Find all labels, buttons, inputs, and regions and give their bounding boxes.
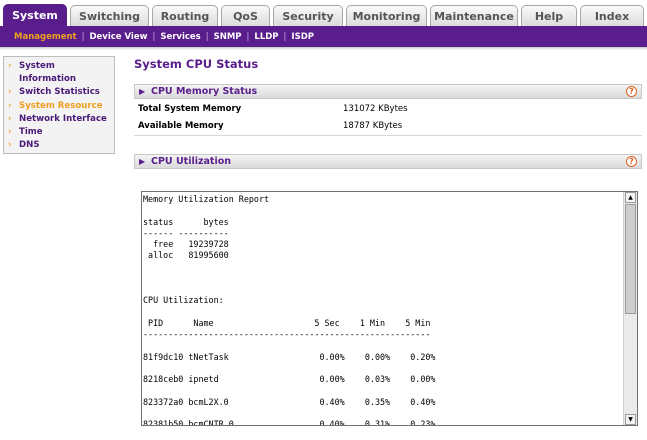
leftnav-switch-statistics[interactable]: › Switch Statistics — [8, 86, 110, 99]
table-row: Available Memory 18787 KBytes — [134, 118, 642, 135]
scroll-up-icon[interactable]: ▲ — [625, 192, 636, 203]
tab-maintenance[interactable]: Maintenance — [430, 5, 518, 26]
available-memory-value: 18787 KBytes — [343, 121, 403, 131]
scroll-down-icon[interactable]: ▼ — [625, 414, 636, 425]
leftnav-label: Switch Statistics — [19, 87, 100, 98]
help-icon[interactable]: ? — [626, 156, 637, 167]
report-text: Memory Utilization Report status bytes -… — [143, 194, 436, 426]
subnav-services[interactable]: Services — [160, 32, 200, 42]
leftnav-system-information[interactable]: › System Information — [8, 60, 110, 86]
leftnav-dns[interactable]: › DNS — [8, 139, 110, 152]
available-memory-label: Available Memory — [138, 121, 224, 131]
total-memory-value: 131072 KBytes — [343, 104, 408, 114]
subnav-snmp[interactable]: SNMP — [214, 32, 242, 42]
help-icon[interactable]: ? — [626, 86, 637, 97]
tab-switching[interactable]: Switching — [70, 5, 149, 26]
leftnav-label: System Resource — [19, 100, 103, 111]
sub-nav-bar: Management | Device View | Services | SN… — [0, 26, 647, 47]
left-nav: › System Information › Switch Statistics… — [3, 56, 115, 154]
scrollbar-thumb[interactable] — [625, 204, 636, 314]
leftnav-time[interactable]: › Time — [8, 126, 110, 139]
chevron-right-icon: › — [8, 87, 12, 98]
subnav-shadow — [0, 47, 647, 50]
leftnav-label: Time — [19, 127, 43, 138]
memory-section-title: CPU Memory Status — [151, 86, 258, 97]
vertical-scrollbar[interactable]: ▲ ▼ — [623, 192, 637, 425]
section-arrow-icon: ▶ — [139, 157, 146, 166]
subnav-isdp[interactable]: ISDP — [291, 32, 314, 42]
tab-index[interactable]: Index — [580, 5, 644, 26]
page-title: System CPU Status — [134, 57, 259, 71]
chevron-right-icon: › — [8, 140, 12, 151]
tab-qos[interactable]: QoS — [221, 5, 270, 26]
subnav-lldp[interactable]: LLDP — [254, 32, 278, 42]
leftnav-label: Network Interface — [19, 113, 107, 124]
utilization-section-header[interactable]: ▶ CPU Utilization ? — [134, 154, 642, 169]
subnav-separator: | — [205, 31, 209, 42]
chevron-right-icon: › — [8, 61, 12, 71]
tab-security[interactable]: Security — [273, 5, 343, 26]
memory-section-header[interactable]: ▶ CPU Memory Status ? — [134, 84, 642, 99]
subnav-separator: | — [152, 31, 156, 42]
tab-routing[interactable]: Routing — [152, 5, 218, 26]
leftnav-system-resource[interactable]: › System Resource — [8, 100, 110, 113]
chevron-right-icon: › — [8, 100, 12, 111]
chevron-right-icon: › — [8, 127, 12, 138]
memory-table: Total System Memory 131072 KBytes Availa… — [134, 101, 642, 136]
table-row: Total System Memory 131072 KBytes — [134, 101, 642, 118]
leftnav-label: DNS — [19, 140, 40, 151]
tab-help[interactable]: Help — [521, 5, 577, 26]
tab-system[interactable]: System — [3, 4, 67, 26]
leftnav-label: System Information — [19, 61, 77, 85]
subnav-separator: | — [283, 31, 287, 42]
subnav-separator: | — [246, 31, 250, 42]
utilization-section-title: CPU Utilization — [151, 156, 232, 167]
subnav-management[interactable]: Management — [14, 32, 77, 42]
chevron-right-icon: › — [8, 113, 12, 124]
cpu-report-textarea[interactable]: Memory Utilization Report status bytes -… — [141, 191, 638, 426]
leftnav-network-interface[interactable]: › Network Interface — [8, 113, 110, 126]
section-arrow-icon: ▶ — [139, 87, 146, 96]
subnav-separator: | — [81, 31, 85, 42]
total-memory-label: Total System Memory — [138, 104, 242, 114]
tab-monitoring[interactable]: Monitoring — [346, 5, 427, 26]
top-nav-bar: System Switching Routing QoS Security Mo… — [0, 0, 647, 26]
subnav-device-view[interactable]: Device View — [89, 32, 147, 42]
